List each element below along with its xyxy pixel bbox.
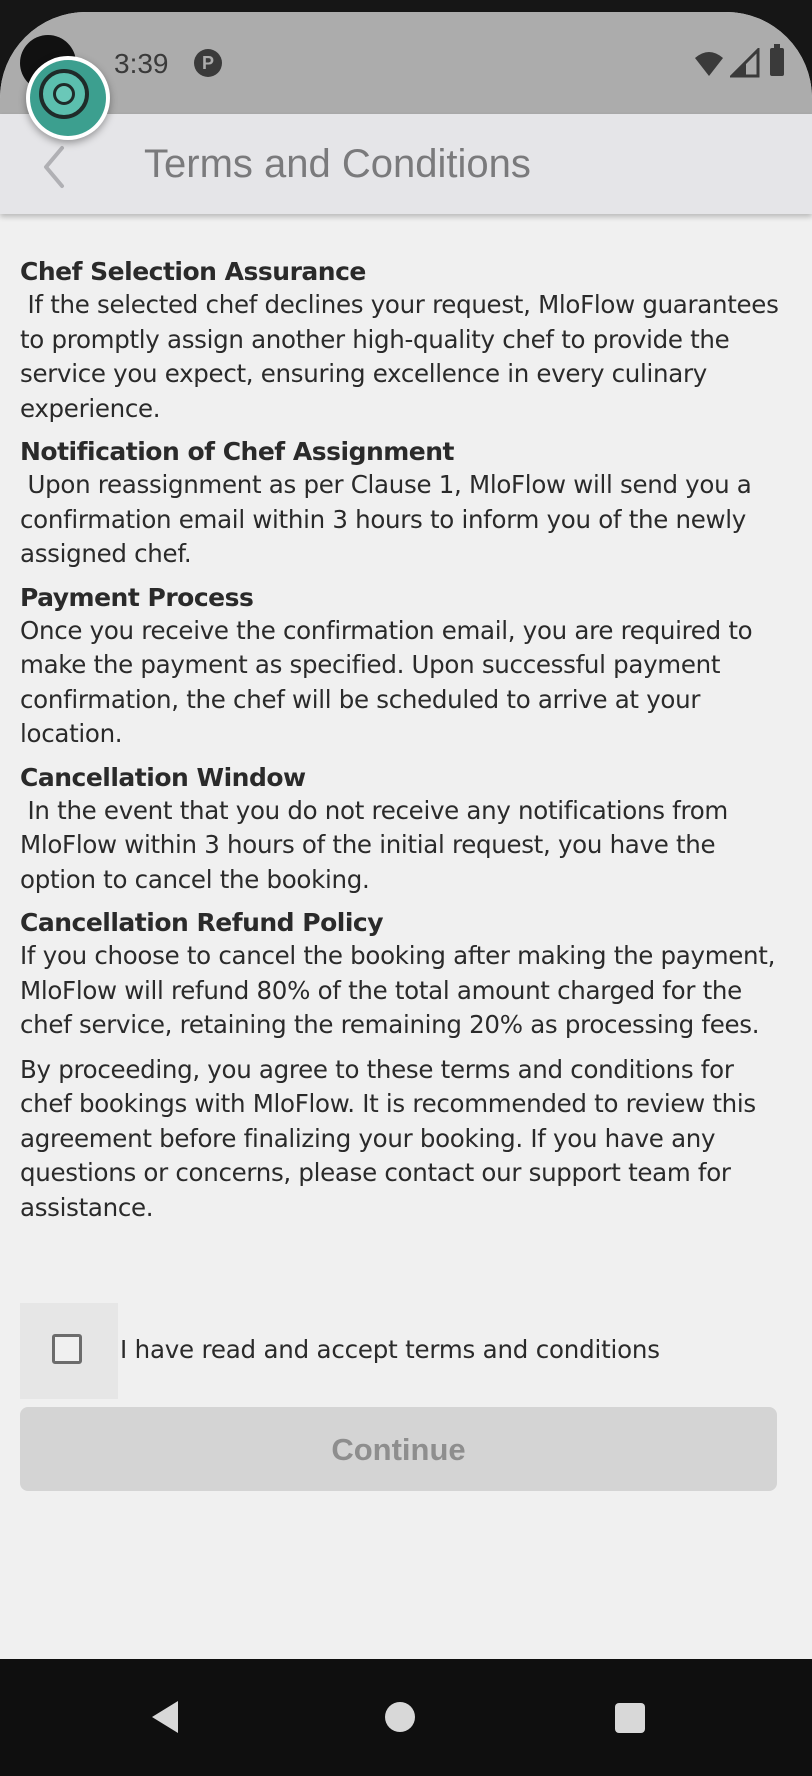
section-title: Payment Process [20, 582, 254, 612]
checkbox-box[interactable] [52, 1334, 82, 1364]
section-title: Cancellation Window [20, 762, 306, 792]
terms-section: Chef Selection Assurance If the selected… [20, 256, 790, 426]
section-body: If you choose to cancel the booking afte… [20, 941, 783, 1039]
phone-screen: 3:39 P Terms and Conditions Chef Selecti… [0, 12, 812, 1776]
section-title: Cancellation Refund Policy [20, 908, 384, 937]
battery-icon [770, 44, 784, 76]
overlay-lens-center [53, 83, 75, 105]
wifi-icon [695, 52, 723, 76]
back-button[interactable] [26, 132, 86, 198]
nav-back-icon[interactable] [148, 1697, 182, 1737]
signal-icon [730, 48, 760, 78]
status-bar: 3:39 P [0, 12, 812, 114]
terms-section: Cancellation Window In the event that yo… [20, 762, 790, 898]
section-body: Upon reassignment as per Clause 1, MloFl… [20, 470, 760, 568]
notification-icon: P [194, 49, 222, 77]
continue-button[interactable]: Continue [20, 1407, 777, 1491]
section-body: If the selected chef declines your reque… [20, 290, 787, 423]
accept-terms-row[interactable]: I have read and accept terms and conditi… [20, 1303, 790, 1399]
page-title: Terms and Conditions [144, 142, 531, 186]
section-body: Once you receive the confirmation email,… [20, 615, 760, 749]
accept-checkbox[interactable] [20, 1303, 118, 1399]
floating-overlay-button[interactable] [26, 56, 110, 140]
section-title: Chef Selection Assurance [20, 257, 366, 286]
status-time: 3:39 [114, 48, 169, 79]
accept-terms-label[interactable]: I have read and accept terms and conditi… [120, 1335, 660, 1364]
chevron-left-icon [44, 146, 64, 188]
section-body: In the event that you do not receive any… [20, 795, 736, 894]
terms-section: Cancellation Refund Policy If you choose… [20, 907, 790, 1043]
section-title: Notification of Chef Assignment [20, 437, 455, 466]
terms-section: Notification of Chef Assignment Upon rea… [20, 436, 790, 572]
terms-section: Payment Process Once you receive the con… [20, 582, 790, 752]
closing-paragraph: By proceeding, you agree to these terms … [20, 1054, 756, 1222]
nav-recents-icon[interactable] [615, 1703, 645, 1733]
terms-content: Chef Selection Assurance If the selected… [20, 256, 790, 1225]
app-bar: Terms and Conditions [0, 114, 812, 214]
nav-home-icon[interactable] [385, 1702, 415, 1732]
system-nav-bar [0, 1659, 812, 1776]
